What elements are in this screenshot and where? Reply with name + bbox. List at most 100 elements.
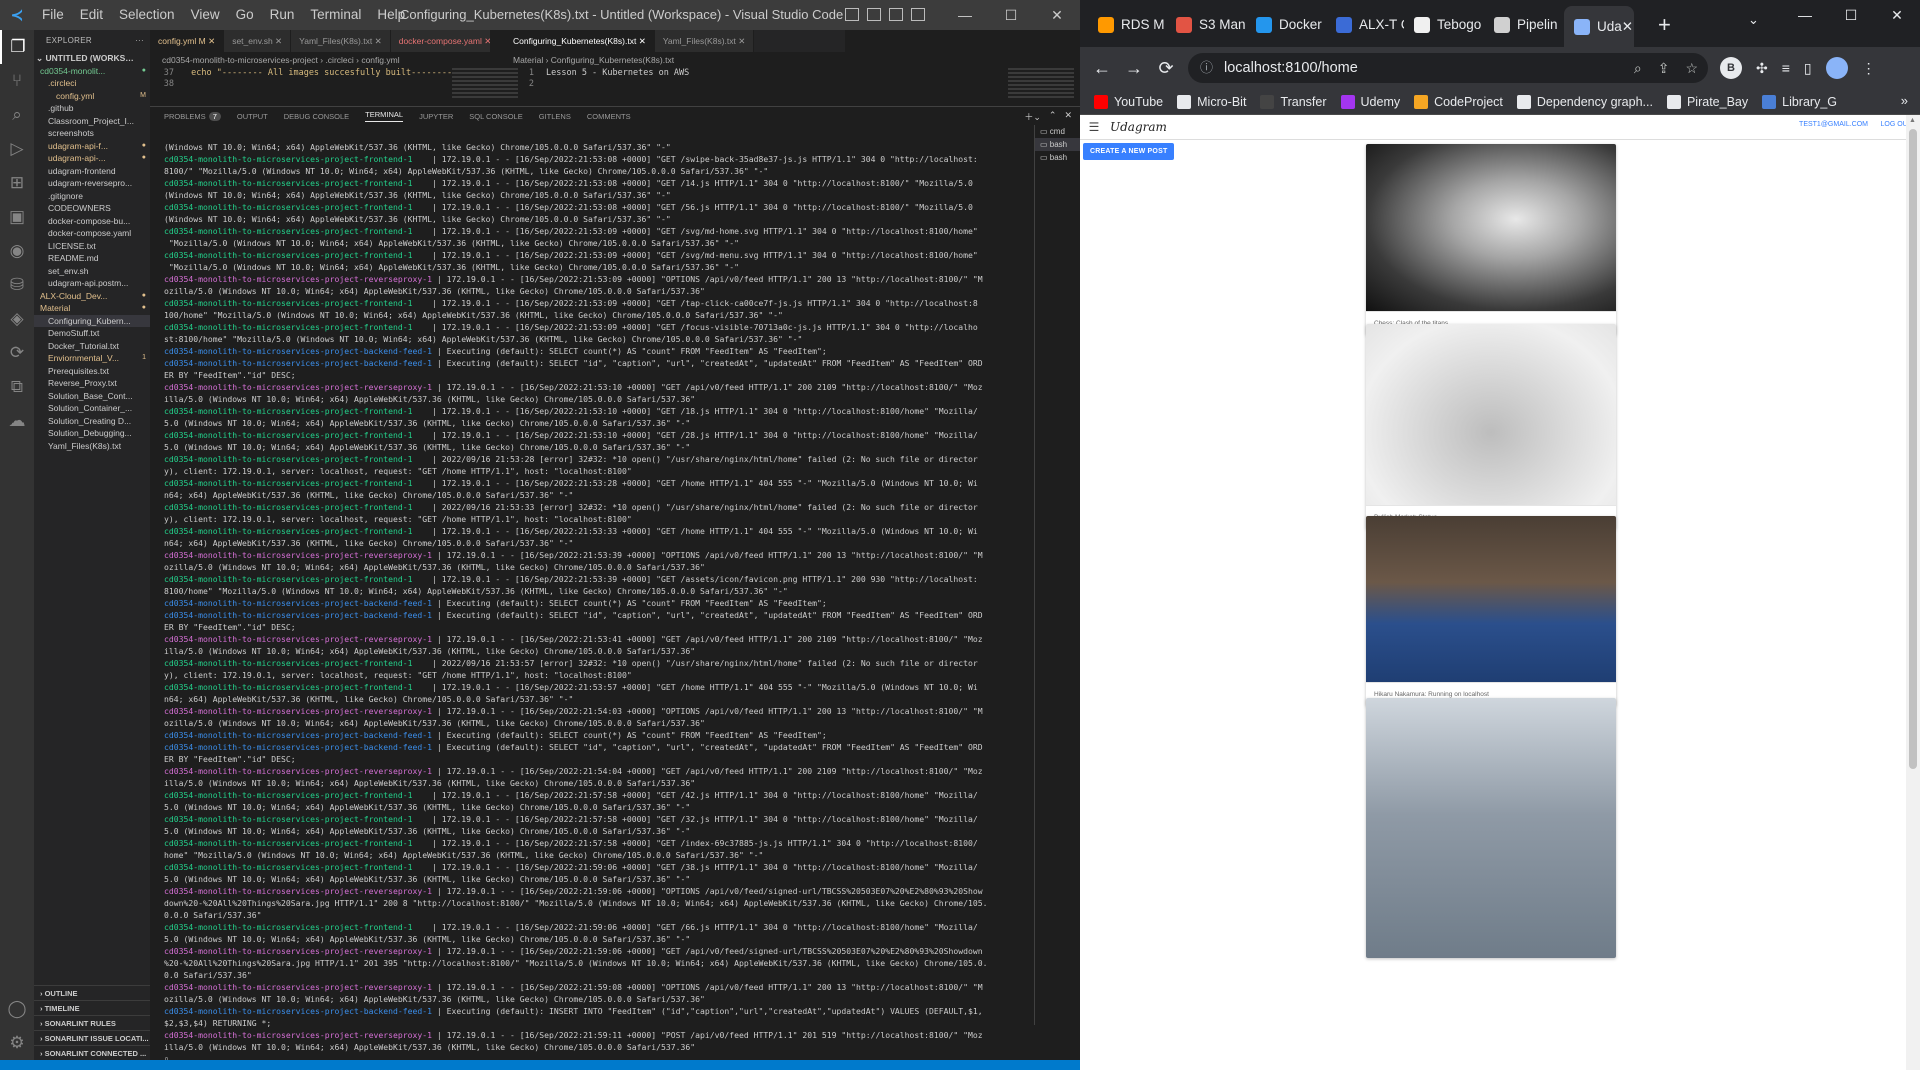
zoom-icon[interactable]: ⌕ <box>1634 53 1642 83</box>
panel-tab-jupyter[interactable]: JUPYTER <box>419 112 453 121</box>
close-icon[interactable]: ✕ <box>1034 0 1080 30</box>
search-icon[interactable]: ⌕ <box>0 98 34 132</box>
profile-extension-icon[interactable]: B <box>1720 57 1742 79</box>
panel-tab-output[interactable]: OUTPUT <box>237 112 268 121</box>
toggle-panel-icon[interactable] <box>867 8 881 21</box>
editor-tab[interactable]: set_env.sh ✕ <box>224 30 292 52</box>
tree-item[interactable]: cd0354-monolit... ● <box>34 65 150 78</box>
forward-arrow-icon[interactable]: → <box>1118 58 1150 79</box>
tree-item[interactable]: README.md <box>34 252 150 265</box>
feed-card[interactable] <box>1366 698 1616 958</box>
user-email-link[interactable]: TEST1@GMAIL.COM <box>1799 121 1868 128</box>
account-icon[interactable]: ◯ <box>0 992 34 1026</box>
bookmark-item[interactable]: Micro-Bit <box>1177 94 1246 109</box>
left-code-editor[interactable]: 37 echo "-------- All images succesfully… <box>150 68 452 90</box>
profile-avatar-icon[interactable] <box>1825 57 1848 79</box>
tree-item[interactable]: set_env.sh <box>34 265 150 278</box>
sidebar-section-header[interactable]: › SONARLINT CONNECTED ... <box>34 1045 150 1060</box>
minimize-icon[interactable]: — <box>942 0 988 30</box>
feed-card[interactable]: Bullish Market: Statue <box>1366 324 1616 529</box>
extensions-icon[interactable]: ⊞ <box>0 166 34 200</box>
timeline-icon[interactable]: ⟳ <box>0 336 34 370</box>
scrollbar-thumb[interactable] <box>1909 129 1917 769</box>
menu-file[interactable]: File <box>34 0 72 30</box>
tree-item[interactable]: Configuring_Kubern... <box>34 314 150 327</box>
workspace-root[interactable]: ⌄ UNTITLED (WORKSPACE) <box>34 52 150 65</box>
page-scrollbar[interactable]: ▲ <box>1906 115 1920 1070</box>
bookmark-item[interactable]: Transfer <box>1260 94 1327 109</box>
tree-item[interactable]: Solution_Base_Cont... <box>34 390 150 403</box>
reading-list-icon[interactable]: ≡ <box>1782 60 1790 76</box>
editor-tab[interactable]: Yaml_Files(K8s).txt ✕ <box>654 30 755 52</box>
minimize-icon[interactable]: — <box>1782 0 1828 30</box>
maximize-icon[interactable]: ☐ <box>988 0 1034 30</box>
editor-tab[interactable]: docker-compose.yaml ✕ <box>390 30 490 52</box>
tree-item[interactable]: Enviornmental_V... 1 <box>34 352 150 365</box>
tab-close-icon[interactable]: ✕ <box>482 36 490 46</box>
address-bar[interactable]: ⓘ localhost:8100/home ⌕ ⇪ ☆ <box>1188 53 1708 83</box>
puzzle-extensions-icon[interactable]: ✣ <box>1756 60 1768 77</box>
bookmark-star-icon[interactable]: ☆ <box>1685 53 1698 83</box>
create-post-button[interactable]: CREATE A NEW POST <box>1083 143 1175 160</box>
reload-icon[interactable]: ⟳ <box>1150 58 1182 79</box>
terminal-output[interactable]: (Windows NT 10.0; Win64; x64) AppleWebKi… <box>164 141 1028 1061</box>
chevron-up-icon[interactable]: ⌃ <box>1049 110 1057 123</box>
toggle-primary-sidebar-icon[interactable] <box>845 8 859 21</box>
tree-item[interactable]: .gitignore <box>34 190 150 203</box>
panel-tab-terminal[interactable]: TERMINAL <box>365 110 404 122</box>
browser-tab[interactable]: RDS M <box>1088 8 1166 41</box>
share-icon[interactable]: ⇪ <box>1658 53 1670 83</box>
hamburger-menu-icon[interactable]: ☰ <box>1082 120 1106 134</box>
run-debug-icon[interactable]: ▷ <box>0 132 34 166</box>
remote-explorer-icon[interactable]: ▣ <box>0 200 34 234</box>
close-icon[interactable]: ✕ <box>1874 0 1920 30</box>
left-minimap[interactable] <box>452 68 518 100</box>
feed-card[interactable]: Hikaru Nakamura: Running on localhost <box>1366 516 1616 706</box>
panel-tab-sql-console[interactable]: SQL CONSOLE <box>469 112 523 121</box>
browser-tab[interactable]: ALX-T C <box>1326 8 1404 41</box>
menu-edit[interactable]: Edit <box>72 0 111 30</box>
bookmark-item[interactable]: Library_G <box>1762 94 1837 109</box>
maximize-icon[interactable]: ☐ <box>1828 0 1874 30</box>
panel-tab-problems[interactable]: PROBLEMS 7 <box>164 111 221 121</box>
tree-item[interactable]: config.yml M <box>34 90 150 103</box>
tree-item[interactable]: udagram-frontend <box>34 165 150 178</box>
tree-item[interactable]: CODEOWNERS <box>34 202 150 215</box>
settings-gear-icon[interactable]: ⚙ <box>0 1026 34 1060</box>
tree-item[interactable]: .circleci <box>34 77 150 90</box>
tree-item[interactable]: Classroom_Project_I... <box>34 115 150 128</box>
docker-icon[interactable]: ⧉ <box>0 370 34 404</box>
site-info-icon[interactable]: ⓘ <box>1200 53 1213 83</box>
tree-item[interactable]: Solution_Container_... <box>34 402 150 415</box>
explorer-icon[interactable]: ❐ <box>0 30 34 64</box>
tree-item[interactable]: Reverse_Proxy.txt <box>34 377 150 390</box>
more-bookmarks-icon[interactable]: » <box>1901 93 1908 108</box>
new-terminal-icon[interactable]: ＋⌄ <box>1024 110 1041 123</box>
tab-close-icon[interactable]: ✕ <box>372 36 382 46</box>
editor-tab[interactable]: Configuring_Kubernetes(K8s).txt ✕ <box>505 30 655 52</box>
scroll-up-arrow-icon[interactable]: ▲ <box>1909 117 1916 124</box>
containers-icon[interactable]: ☁ <box>0 404 34 438</box>
tree-item[interactable]: docker-compose.yaml <box>34 227 150 240</box>
editor-tab[interactable]: config.yml M ✕ <box>150 30 225 52</box>
menu-terminal[interactable]: Terminal <box>302 0 369 30</box>
tree-item[interactable]: udagram-api-f... ● <box>34 140 150 153</box>
browser-tab[interactable]: Docker <box>1246 8 1326 41</box>
bookmark-item[interactable]: CodeProject <box>1414 94 1503 109</box>
tree-item[interactable]: udagram-api-... ● <box>34 152 150 165</box>
close-panel-icon[interactable]: ✕ <box>1064 110 1072 123</box>
left-breadcrumb[interactable]: cd0354-monolith-to-microservices-project… <box>150 52 505 68</box>
bookmark-item[interactable]: Dependency graph... <box>1516 94 1653 109</box>
browser-tab[interactable]: S3 Man <box>1166 8 1246 41</box>
editor-tab[interactable]: Yaml_Files(K8s).txt ✕ <box>291 30 391 52</box>
tree-item[interactable]: DemoStuff.txt <box>34 327 150 340</box>
toggle-secondary-sidebar-icon[interactable] <box>889 8 903 21</box>
tree-item[interactable]: Yaml_Files(K8s).txt <box>34 440 150 453</box>
tree-item[interactable]: .github <box>34 102 150 115</box>
terminal-instance[interactable]: ▭ cmd <box>1035 125 1080 138</box>
bookmark-item[interactable]: Pirate_Bay <box>1666 94 1748 109</box>
tree-item[interactable]: Material ● <box>34 302 150 315</box>
right-minimap[interactable] <box>1008 68 1074 100</box>
sidebar-section-header[interactable]: › SONARLINT RULES <box>34 1015 150 1030</box>
new-tab-button[interactable]: + <box>1658 12 1671 38</box>
